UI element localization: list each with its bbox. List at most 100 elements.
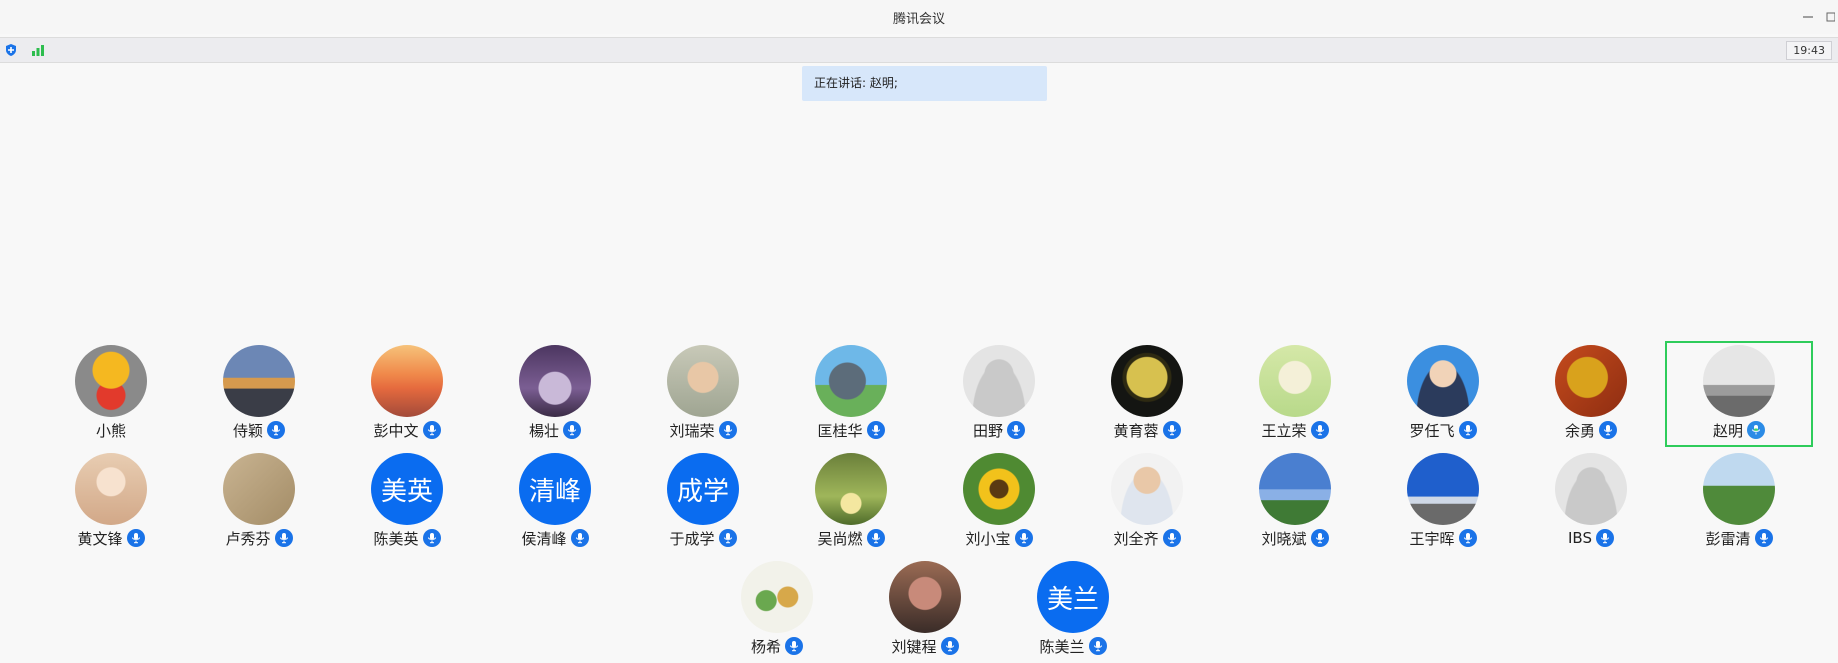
microphone-icon[interactable] xyxy=(1310,421,1329,439)
avatar xyxy=(667,345,739,417)
participant-tile[interactable]: 刘晓斌 xyxy=(1221,449,1369,555)
participant-nameline: IBS xyxy=(1517,528,1665,548)
avatar xyxy=(223,345,295,417)
participant-nameline: 黄文锋 xyxy=(37,528,185,548)
microphone-icon[interactable] xyxy=(866,421,885,439)
avatar xyxy=(519,345,591,417)
participant-tile[interactable]: 刘键程 xyxy=(851,557,999,663)
participant-nameline: 刘全齐 xyxy=(1073,528,1221,548)
microphone-icon[interactable] xyxy=(563,421,581,439)
participant-tile[interactable]: 侍颖 xyxy=(185,341,333,447)
participant-nameline: 陈美兰 xyxy=(999,636,1147,656)
minimize-icon[interactable] xyxy=(1794,0,1822,34)
participant-tile[interactable]: 彭中文 xyxy=(333,341,481,447)
participant-nameline: 田野 xyxy=(925,420,1073,440)
microphone-icon[interactable] xyxy=(785,637,803,655)
participant-name: 黄育蓉 xyxy=(1113,421,1159,440)
microphone-icon[interactable] xyxy=(274,529,293,547)
restore-icon[interactable] xyxy=(1822,0,1838,34)
microphone-icon[interactable] xyxy=(1458,529,1477,547)
participant-tile[interactable]: 刘小宝 xyxy=(925,449,1073,555)
participant-nameline: 刘瑞荣 xyxy=(629,420,777,440)
participant-name: 王宇晖 xyxy=(1409,529,1455,548)
participant-tile[interactable]: 美兰 陈美兰 xyxy=(999,557,1147,663)
participant-name: IBS xyxy=(1568,529,1592,547)
microphone-icon[interactable] xyxy=(422,421,441,439)
participant-nameline: 赵明 xyxy=(1667,420,1811,440)
participant-nameline: 刘键程 xyxy=(851,636,999,656)
avatar-initials: 美英 xyxy=(371,453,443,525)
participant-nameline: 于成学 xyxy=(629,528,777,548)
participant-tile[interactable]: 赵明 xyxy=(1665,341,1813,447)
participant-name: 陈美兰 xyxy=(1039,637,1085,656)
microphone-icon[interactable] xyxy=(1458,421,1477,439)
speaker-banner: 正在讲话: 赵明; xyxy=(802,66,1047,101)
participant-nameline: 彭雷清 xyxy=(1665,528,1813,548)
participant-tile[interactable]: 小熊 xyxy=(37,341,185,447)
microphone-icon[interactable] xyxy=(1595,529,1614,547)
participant-nameline: 王宇晖 xyxy=(1369,528,1517,548)
participant-name: 王立荣 xyxy=(1261,421,1307,440)
participant-tile[interactable]: 清峰 侯清峰 xyxy=(481,449,629,555)
microphone-icon[interactable] xyxy=(1599,421,1617,439)
avatar xyxy=(1407,345,1479,417)
participant-name: 刘键程 xyxy=(891,637,937,656)
participant-nameline: 黄育蓉 xyxy=(1073,420,1221,440)
participant-nameline: 陈美英 xyxy=(333,528,481,548)
participant-nameline: 侍颖 xyxy=(185,420,333,440)
participant-tile[interactable]: 杨希 xyxy=(703,557,851,663)
microphone-icon[interactable] xyxy=(718,529,737,547)
avatar xyxy=(963,453,1035,525)
participant-tile[interactable]: 田野 xyxy=(925,341,1073,447)
participant-name: 赵明 xyxy=(1712,421,1743,440)
participant-nameline: 小熊 xyxy=(37,420,185,440)
participant-tile[interactable]: 刘全齐 xyxy=(1073,449,1221,555)
microphone-icon[interactable] xyxy=(718,421,737,439)
avatar xyxy=(223,453,295,525)
shield-icon[interactable] xyxy=(3,42,19,58)
avatar xyxy=(1111,453,1183,525)
participant-nameline: 罗任飞 xyxy=(1369,420,1517,440)
default-avatar-icon xyxy=(1555,453,1627,525)
avatar xyxy=(1703,453,1775,525)
participant-tile[interactable]: 黄文锋 xyxy=(37,449,185,555)
participant-name: 侍颖 xyxy=(232,421,263,440)
participant-tile[interactable]: 王立荣 xyxy=(1221,341,1369,447)
microphone-icon[interactable] xyxy=(267,421,285,439)
microphone-icon[interactable] xyxy=(1754,529,1773,547)
microphone-icon[interactable] xyxy=(866,529,885,547)
participant-tile[interactable]: 成学 于成学 xyxy=(629,449,777,555)
participant-tile[interactable]: 王宇晖 xyxy=(1369,449,1517,555)
participant-tile[interactable]: 楊壮 xyxy=(481,341,629,447)
participant-tile[interactable]: 匡桂华 xyxy=(777,341,925,447)
participant-tile[interactable]: 罗任飞 xyxy=(1369,341,1517,447)
microphone-icon[interactable] xyxy=(1088,637,1107,655)
avatar xyxy=(815,345,887,417)
microphone-icon[interactable] xyxy=(1007,421,1025,439)
microphone-icon[interactable] xyxy=(1747,421,1765,439)
clock: 19:43 xyxy=(1786,41,1832,60)
microphone-icon[interactable] xyxy=(126,529,145,547)
microphone-icon[interactable] xyxy=(422,529,441,547)
participant-tile[interactable]: 刘瑞荣 xyxy=(629,341,777,447)
participant-tile[interactable]: 美英 陈美英 xyxy=(333,449,481,555)
participant-tile[interactable]: 吴尚燃 xyxy=(777,449,925,555)
participant-tile[interactable]: 卢秀芬 xyxy=(185,449,333,555)
microphone-icon[interactable] xyxy=(1310,529,1329,547)
microphone-icon[interactable] xyxy=(570,529,589,547)
participant-name: 彭雷清 xyxy=(1705,529,1751,548)
participant-nameline: 侯清峰 xyxy=(481,528,629,548)
participant-name: 侯清峰 xyxy=(521,529,567,548)
avatar xyxy=(741,561,813,633)
avatar xyxy=(1259,453,1331,525)
microphone-icon[interactable] xyxy=(1162,421,1181,439)
avatar xyxy=(1259,345,1331,417)
microphone-icon[interactable] xyxy=(940,637,959,655)
participant-tile[interactable]: 黄育蓉 xyxy=(1073,341,1221,447)
microphone-icon[interactable] xyxy=(1162,529,1181,547)
signal-icon[interactable] xyxy=(30,42,46,58)
participant-tile[interactable]: IBS xyxy=(1517,449,1665,555)
participant-tile[interactable]: 余勇 xyxy=(1517,341,1665,447)
microphone-icon[interactable] xyxy=(1014,529,1033,547)
participant-tile[interactable]: 彭雷清 xyxy=(1665,449,1813,555)
